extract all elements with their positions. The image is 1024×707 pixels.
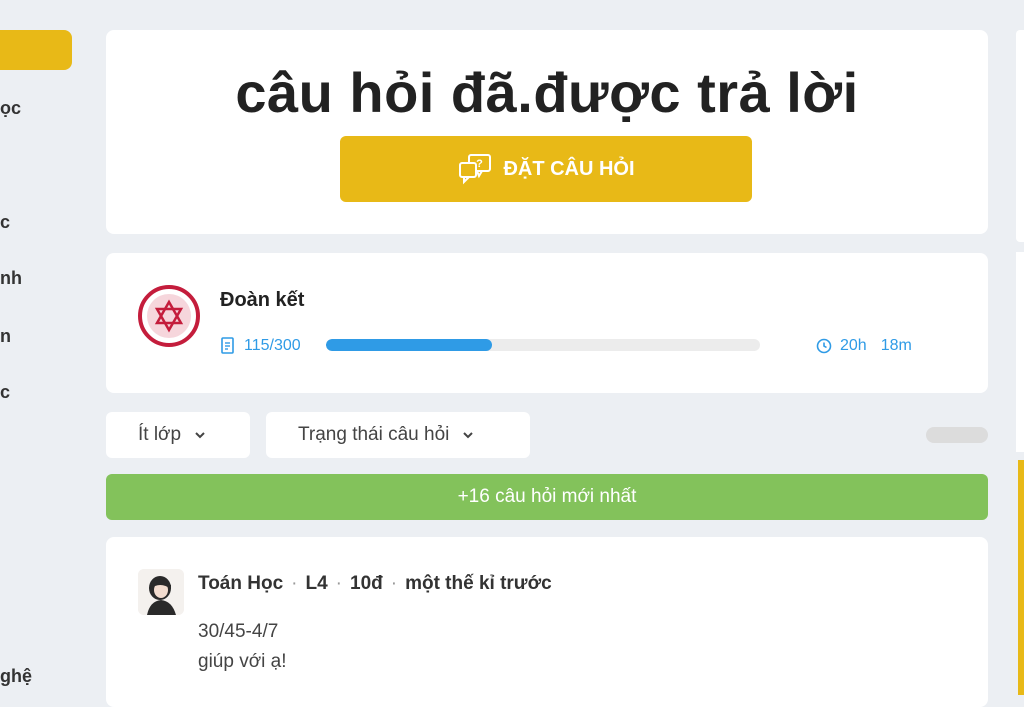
grade-filter-label: Ít lớp	[138, 424, 182, 445]
team-badge	[138, 285, 200, 347]
page-title: câu hỏi đã.được trả lời	[235, 61, 859, 124]
question-points: 10đ	[350, 573, 383, 594]
chevron-down-icon	[463, 432, 474, 439]
timer-minutes: 18m	[880, 337, 912, 354]
progress-bar-fill	[326, 339, 493, 351]
progress-count-text: 115/300	[244, 337, 301, 354]
star-of-david-icon	[154, 299, 184, 333]
question-time: một thế kỉ trước	[405, 573, 552, 594]
sidebar-item-6[interactable]: ghệ	[0, 666, 32, 687]
progress-count: 115/300	[220, 337, 301, 355]
right-accent-strip	[1018, 460, 1024, 695]
chevron-down-icon	[195, 432, 205, 439]
grade-filter[interactable]: Ít lớp	[106, 412, 250, 458]
status-filter-label: Trạng thái câu hỏi	[298, 424, 450, 445]
question-subject[interactable]: Toán Học	[198, 573, 283, 595]
sidebar-item-5[interactable]: c	[0, 382, 10, 403]
question-text-line-2[interactable]: giúp với ạ!	[198, 651, 287, 673]
user-avatar-image	[138, 569, 184, 615]
team-name: Đoàn kết	[220, 289, 305, 311]
avatar[interactable]	[138, 569, 184, 615]
question-card[interactable]: Toán Học · L4 · 10đ · một thế kỉ trước 3…	[106, 537, 988, 707]
question-level: L4	[305, 573, 328, 594]
new-questions-button[interactable]: +16 câu hỏi mới nhất	[106, 474, 988, 520]
sidebar-item-2[interactable]: c	[0, 212, 10, 233]
status-filter[interactable]: Trạng thái câu hỏi	[266, 412, 530, 458]
sidebar-item-4[interactable]: n	[0, 326, 11, 347]
right-panel-edge-2	[1016, 252, 1024, 452]
sidebar-item-3[interactable]: nh	[0, 268, 22, 289]
sidebar-active-item[interactable]	[0, 30, 72, 70]
sidebar-item-1[interactable]: ọc	[0, 98, 21, 119]
toggle-switch[interactable]	[926, 427, 988, 443]
timer-hours: 20h	[840, 337, 867, 354]
team-progress-card: Đoàn kết 115/300 20h 18m	[106, 253, 988, 393]
timer: 20h 18m	[816, 337, 918, 355]
question-text-line-1[interactable]: 30/45-4/7	[198, 621, 278, 643]
hero-card: câu hỏi đã.được trả lời ? ĐẶT CÂU HỎI	[106, 30, 988, 234]
right-panel-edge	[1016, 30, 1024, 242]
ask-question-button[interactable]: ? ĐẶT CÂU HỎI	[340, 136, 752, 202]
clock-icon	[816, 338, 832, 354]
question-meta: Toán Học · L4 · 10đ · một thế kỉ trước	[198, 573, 552, 595]
svg-text:?: ?	[477, 158, 484, 170]
ask-button-label: ĐẶT CÂU HỎI	[503, 157, 635, 180]
progress-bar	[326, 339, 760, 351]
question-chat-icon: ?	[459, 154, 492, 185]
document-icon	[221, 337, 234, 354]
